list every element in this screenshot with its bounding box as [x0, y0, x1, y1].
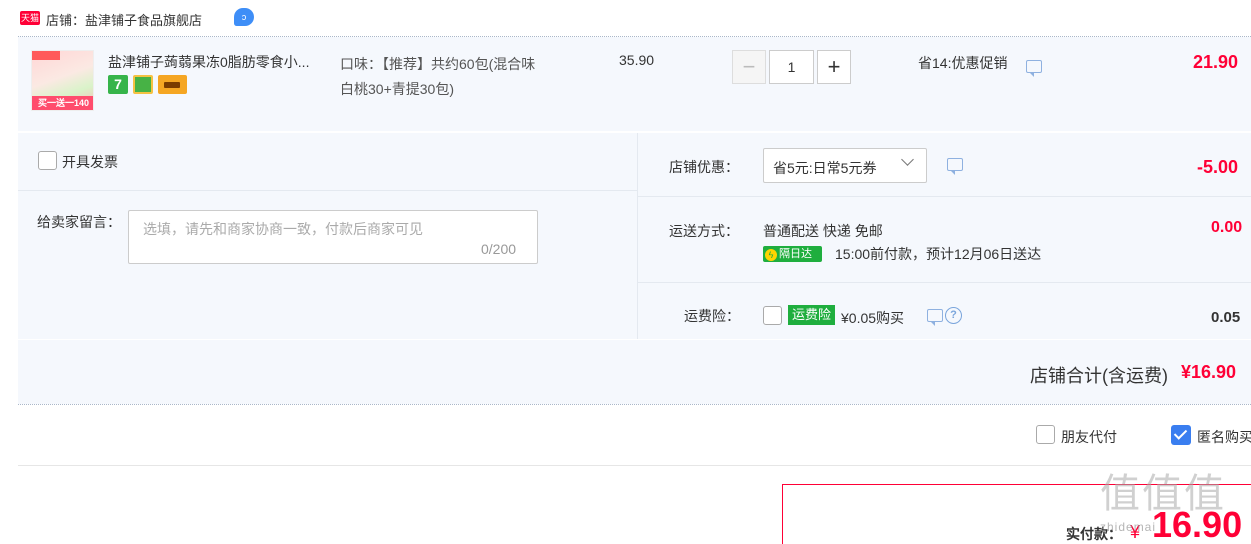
product-thumbnail[interactable]: 买一送一140 — [31, 50, 94, 111]
sku-line-1: 口味：【推荐】共约60包(混合味 — [340, 56, 536, 72]
divider — [637, 133, 638, 339]
product-title-link[interactable]: 盐津铺子蒟蒻果冻0脂肪零食小... — [108, 52, 309, 72]
promotion-text: 省14:优惠促销 — [918, 55, 1008, 71]
coupon-amount: -5.00 — [1197, 157, 1239, 177]
divider — [638, 282, 1251, 283]
pay-amount: 16.90 — [1152, 504, 1243, 544]
divider — [18, 465, 1251, 466]
tmall-logo: 天猫 — [20, 11, 40, 25]
anonymous-label: 匿名购买 — [1197, 429, 1251, 445]
divider — [18, 190, 637, 191]
quantity-increase-button[interactable]: + — [817, 50, 851, 84]
coupon-label: 店铺优惠： — [669, 159, 739, 175]
guarantee-icon — [133, 75, 153, 94]
lightning-icon: ϟ — [765, 249, 777, 261]
shipping-fee: 0.00 — [1211, 219, 1243, 236]
message-icon[interactable] — [1026, 60, 1042, 77]
unit-price: 35.90 — [619, 52, 655, 68]
shop-total-value: ¥16.90 — [1181, 362, 1237, 382]
next-day-text: 隔日达 — [779, 248, 812, 260]
sku-line-2: 白桃30+青提30包) — [340, 81, 454, 97]
quantity-decrease-button[interactable]: − — [732, 50, 766, 84]
anonymous-checkbox[interactable] — [1171, 425, 1191, 445]
item-subtotal: 21.90 — [1193, 52, 1239, 72]
message-icon[interactable] — [927, 309, 943, 326]
insurance-badge: 运费险 — [788, 305, 835, 325]
chat-bubble-icon[interactable]: ↄ — [234, 8, 254, 26]
credit-card-icon — [158, 75, 187, 94]
thumb-tag — [32, 51, 60, 60]
invoice-label: 开具发票 — [62, 154, 118, 170]
note-label: 给卖家留言： — [37, 214, 121, 230]
insurance-fee: 0.05 — [1211, 309, 1241, 326]
help-icon[interactable]: ? — [945, 307, 962, 324]
friend-pay-label: 朋友代付 — [1061, 429, 1117, 445]
seven-day-return-icon: 7 — [108, 75, 128, 94]
shop-total-label: 店铺合计(含运费) — [1030, 366, 1168, 386]
shipping-method: 普通配送 快递 免邮 — [763, 223, 883, 239]
quantity-input[interactable]: 1 — [769, 50, 814, 84]
invoice-checkbox[interactable] — [38, 151, 57, 170]
insurance-price: ¥0.05购买 — [841, 310, 905, 326]
shipping-label: 运送方式： — [669, 223, 739, 239]
shipping-eta: 15:00前付款，预计12月06日送达 — [835, 246, 1042, 262]
product-sku: 口味：【推荐】共约60包(混合味 白桃30+青提30包) — [340, 52, 590, 102]
next-day-badge: ϟ 隔日达 — [763, 246, 822, 262]
insurance-label: 运费险： — [684, 308, 740, 324]
note-placeholder: 选填，请先和商家协商一致，付款后商家可见 — [143, 221, 423, 237]
friend-pay-checkbox[interactable] — [1036, 425, 1055, 444]
shop-name-link[interactable]: 店铺：盐津铺子食品旗舰店 — [46, 10, 202, 29]
message-icon[interactable] — [947, 158, 963, 175]
note-char-count: 0/200 — [481, 241, 517, 257]
thumb-caption: 买一送一140 — [32, 96, 93, 110]
divider — [638, 196, 1251, 197]
watermark-site: zhidemai — [1100, 520, 1157, 534]
divider — [18, 404, 1251, 405]
insurance-checkbox[interactable] — [763, 306, 782, 325]
coupon-selected: 省5元:日常5元券 — [773, 160, 877, 176]
